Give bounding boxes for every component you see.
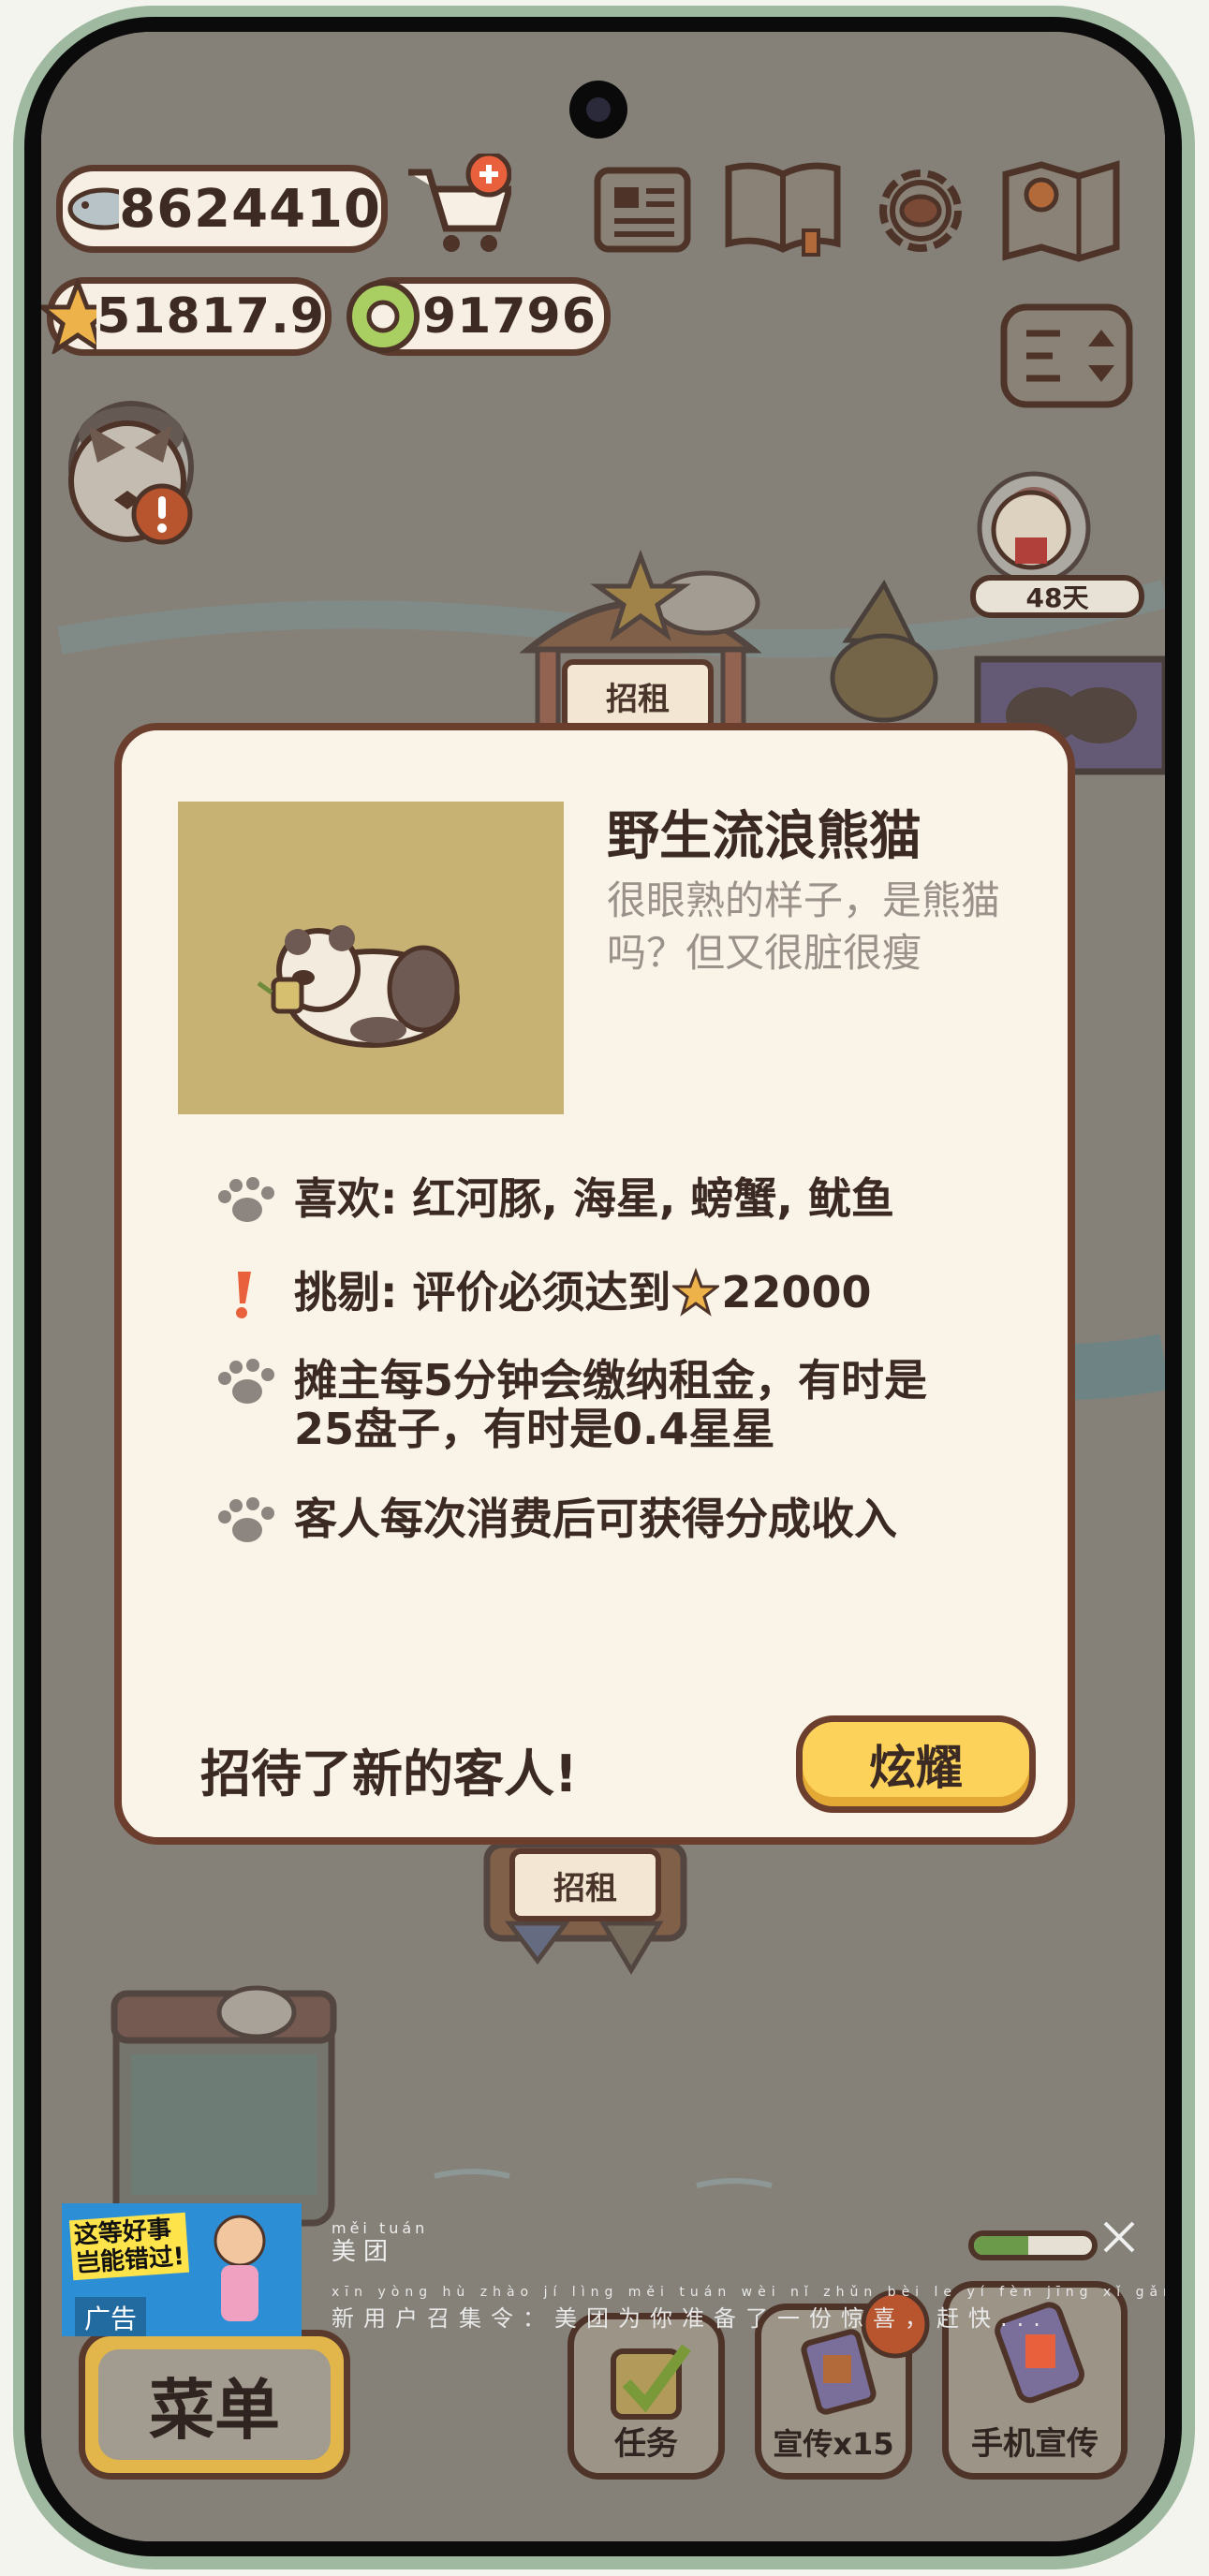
menu-label: 菜单 <box>149 2371 280 2449</box>
phone-promote-label: 手机宣传 <box>971 2425 1098 2463</box>
map-icon[interactable] <box>1000 159 1122 262</box>
tasks-label: 任务 <box>614 2425 678 2463</box>
sort-toggle-icon[interactable] <box>998 302 1135 410</box>
promote-progress-fill <box>974 2236 1028 2255</box>
days-label: 48天 <box>1025 582 1089 613</box>
front-camera <box>569 81 627 139</box>
alert-icon <box>131 483 193 545</box>
cart-plus-icon[interactable] <box>399 154 511 257</box>
coin-value: 91796 <box>422 288 597 345</box>
customer-portrait <box>178 802 564 1114</box>
customer-info-modal: 野生流浪熊猫 很眼熟的样子，是熊猫吗？但又很脏很瘦 喜欢: 红河豚, 海星, 螃… <box>114 723 1075 1845</box>
stall-sign-top-text: 招租 <box>606 680 670 718</box>
star-icon <box>41 279 97 354</box>
fish-count-value: 8624410 <box>119 178 381 240</box>
paw-icon <box>218 1177 274 1222</box>
star-rating-value: 51817.9 <box>96 288 325 345</box>
picky-text: 挑剔: 评价必须达到 <box>294 1267 671 1317</box>
share-text: 客人每次消费后可获得分成收入 <box>294 1494 897 1544</box>
likes-row: 喜欢: 红河豚, 海星, 螃蟹, 鱿鱼 <box>215 1174 965 1227</box>
exclamation-icon <box>236 1272 251 1318</box>
customer-name: 野生流浪熊猫 <box>607 806 921 867</box>
ad-label: 广告 <box>75 2297 147 2336</box>
share-row: 客人每次消费后可获得分成收入 <box>215 1494 965 1547</box>
rent-text-line1: 摊主每5分钟会缴纳租金，有时是 <box>294 1355 928 1406</box>
paw-icon <box>218 1359 274 1404</box>
ad-character <box>214 2215 266 2321</box>
stall-sign-bottom-text: 招租 <box>553 1869 617 1907</box>
new-customer-text: 招待了新的客人! <box>200 1744 578 1803</box>
picky-value: 22000 <box>721 1267 872 1317</box>
coin-icon <box>346 280 420 353</box>
checkbox-icon <box>611 2344 691 2420</box>
gear-icon[interactable] <box>869 159 972 262</box>
coin-counter: 91796 <box>346 277 611 356</box>
tasks-button[interactable]: 任务 <box>568 2313 725 2480</box>
ad-brand: 美团 <box>332 2238 396 2266</box>
bunny-character <box>991 490 1071 570</box>
likes-text: 喜欢: 红河豚, 海星, 螃蟹, 鱿鱼 <box>294 1173 894 1224</box>
fish-counter: 8624410 <box>56 165 388 253</box>
ad-marquee: 新用户召集令：美团为你准备了一份惊喜，赶快... <box>332 2305 1050 2332</box>
picky-row: 挑剔: 评价必须达到 22000 <box>215 1268 965 1320</box>
panda-illustration <box>257 925 460 1048</box>
ad-marquee-pinyin: xīn yòng hù zhào jí lìng měi tuán wèi nǐ… <box>332 2285 1165 2300</box>
menu-button[interactable]: 菜单 <box>79 2330 350 2480</box>
rent-text-line2: 25盘子，有时是0.4星星 <box>294 1404 775 1454</box>
promote-progress-bar <box>968 2230 1098 2260</box>
show-off-label: 炫耀 <box>869 1741 963 1795</box>
fish-icon <box>67 187 120 230</box>
stall-sign-top[interactable]: 招租 <box>562 659 714 732</box>
paw-icon <box>218 1497 274 1542</box>
rent-row: 摊主每5分钟会缴纳租金，有时是 25盘子，有时是0.4星星 <box>215 1356 965 1453</box>
close-icon[interactable] <box>1096 2214 1143 2260</box>
customer-description: 很眼熟的样子，是熊猫吗？但又很脏很瘦 <box>607 877 1001 976</box>
ad-banner[interactable]: 这等好事 岂能错过! 广告 <box>62 2203 302 2336</box>
promote-label: 宣传x15 <box>773 2426 894 2462</box>
star-icon <box>672 1268 720 1317</box>
stall-sign-bottom[interactable]: 招租 <box>509 1848 661 1921</box>
game-screen: 8624410 51817.9 91796 48天 招租 招租 野生流浪熊猫 很… <box>41 32 1165 2541</box>
book-icon[interactable] <box>723 155 845 258</box>
star-rating-counter: 51817.9 <box>41 277 332 356</box>
show-off-button[interactable]: 炫耀 <box>796 1715 1036 1813</box>
newspaper-icon[interactable] <box>592 165 693 255</box>
days-badge: 48天 <box>970 575 1144 618</box>
